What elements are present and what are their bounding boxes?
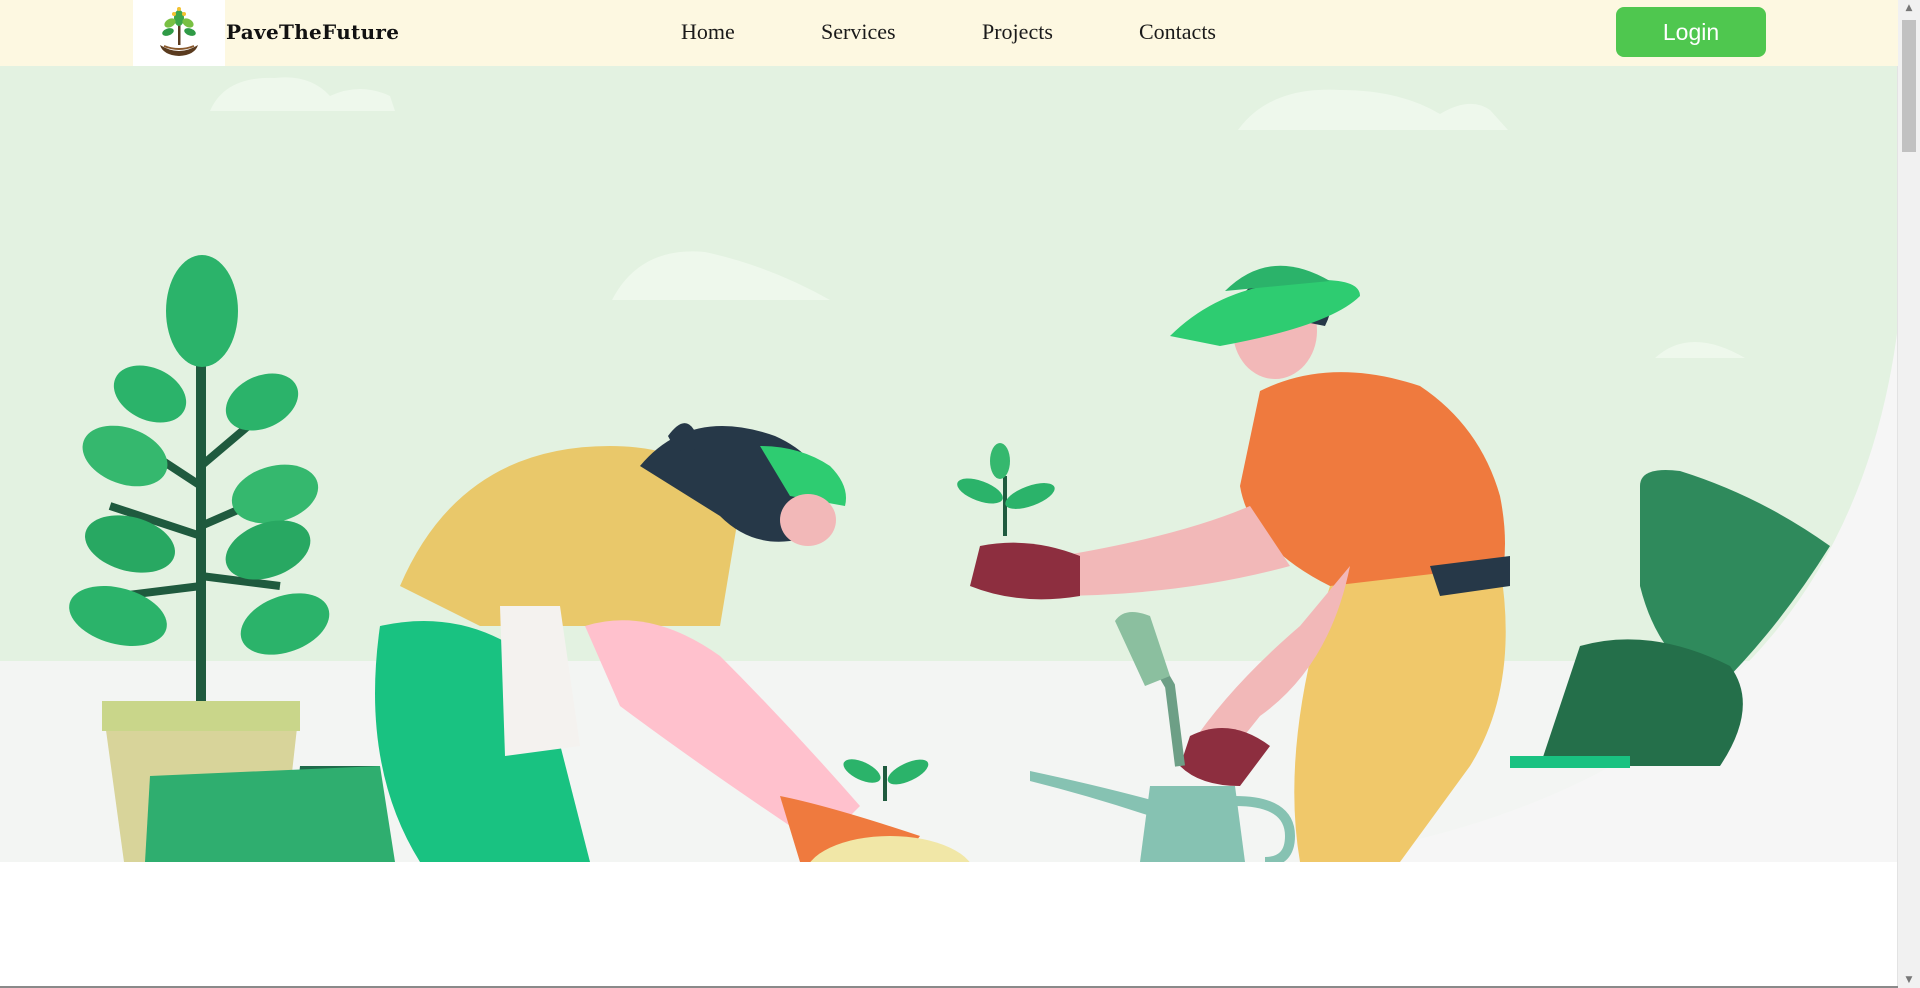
login-button[interactable]: Login: [1616, 7, 1766, 57]
vertical-scrollbar[interactable]: ▲ ▼: [1897, 0, 1920, 988]
scroll-up-icon[interactable]: ▲: [1898, 0, 1920, 16]
top-navbar: PaveTheFuture Home Services Projects Con…: [0, 0, 1898, 66]
scroll-thumb[interactable]: [1902, 20, 1916, 152]
brand-name[interactable]: PaveTheFuture: [226, 0, 399, 66]
logo[interactable]: [133, 0, 225, 66]
scroll-down-icon[interactable]: ▼: [1898, 972, 1920, 988]
nav-projects[interactable]: Projects: [982, 0, 1053, 66]
hero-illustration: [0, 66, 1898, 862]
tree-in-hand-icon: [160, 7, 198, 56]
nav-services[interactable]: Services: [821, 0, 896, 66]
nav-home[interactable]: Home: [681, 0, 735, 66]
hero-section: [0, 66, 1898, 862]
nav-contacts[interactable]: Contacts: [1139, 0, 1216, 66]
